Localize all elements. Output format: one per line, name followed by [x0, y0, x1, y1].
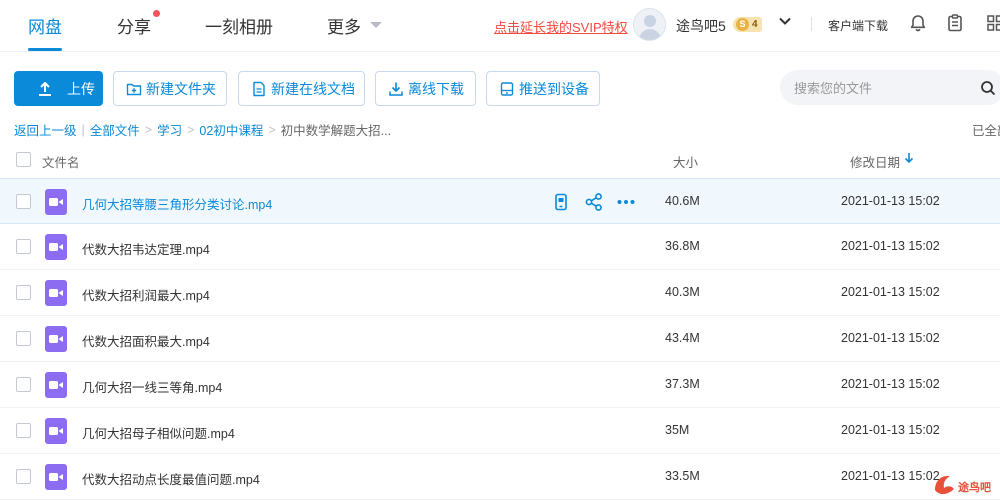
- table-row[interactable]: 代数大招利润最大.mp4 40.3M 2021-01-13 15:02: [0, 270, 1000, 316]
- breadcrumb-separator: |: [81, 122, 85, 137]
- file-name[interactable]: 代数大招韦达定理.mp4: [82, 239, 210, 258]
- top-nav: 网盘 分享 一刻相册 更多 点击延长我的SVIP特权 途鸟吧5 S4 客户端下载: [0, 0, 1000, 52]
- video-file-icon: [45, 418, 67, 444]
- file-size: 37.3M: [665, 377, 700, 391]
- select-all-checkbox[interactable]: [16, 152, 31, 167]
- search-input[interactable]: [794, 78, 964, 98]
- table-row[interactable]: 代数大招韦达定理.mp4 36.8M 2021-01-13 15:02: [0, 224, 1000, 270]
- breadcrumb-separator: >: [144, 122, 153, 137]
- upload-button[interactable]: 上传: [14, 71, 103, 106]
- file-date: 2021-01-13 15:02: [841, 469, 940, 483]
- file-date: 2021-01-13 15:02: [841, 239, 940, 253]
- offline-download-label: 离线下载: [408, 80, 464, 97]
- new-folder-label: 新建文件夹: [146, 80, 216, 97]
- table-row[interactable]: 几何大招等腰三角形分类讨论.mp4 40.6M 2021-01-13 15:02: [0, 178, 1000, 224]
- file-name[interactable]: 代数大招利润最大.mp4: [82, 285, 210, 304]
- more-options-icon[interactable]: [616, 192, 636, 212]
- clipboard-icon[interactable]: [945, 13, 965, 33]
- grid-icon[interactable]: [985, 13, 1000, 33]
- avatar[interactable]: [633, 8, 666, 41]
- breadcrumb-item-study[interactable]: 学习: [157, 120, 182, 139]
- file-size: 35M: [665, 423, 690, 437]
- row-checkbox[interactable]: [16, 423, 31, 438]
- file-size: 43.4M: [665, 331, 700, 345]
- table-row[interactable]: 几何大招母子相似问题.mp4 35M 2021-01-13 15:02: [0, 408, 1000, 454]
- download-icon: [389, 82, 403, 96]
- bell-icon[interactable]: [908, 13, 928, 33]
- folder-plus-icon: [126, 83, 142, 95]
- file-name[interactable]: 几何大招母子相似问题.mp4: [82, 423, 235, 442]
- file-date: 2021-01-13 15:02: [841, 331, 940, 345]
- video-file-icon: [45, 189, 67, 215]
- new-online-doc-button[interactable]: 新建在线文档: [238, 71, 365, 106]
- file-size: 36.8M: [665, 239, 700, 253]
- column-header-size[interactable]: 大小: [673, 152, 698, 171]
- table-row[interactable]: 代数大招面积最大.mp4 43.4M 2021-01-13 15:02: [0, 316, 1000, 362]
- file-date: 2021-01-13 15:02: [841, 377, 940, 391]
- active-tab-indicator: [28, 48, 62, 51]
- upload-icon: [39, 81, 51, 96]
- divider: [811, 17, 812, 31]
- loaded-all-status: 已全部: [972, 124, 1000, 138]
- video-file-icon: [45, 372, 67, 398]
- document-icon: [253, 81, 265, 96]
- row-checkbox[interactable]: [16, 377, 31, 392]
- client-download-link[interactable]: 客户端下载: [828, 17, 888, 34]
- video-file-icon: [45, 464, 67, 490]
- table-row[interactable]: 代数大招动点长度最值问题.mp4 33.5M 2021-01-13 15:02: [0, 454, 1000, 500]
- file-date: 2021-01-13 15:02: [841, 194, 940, 208]
- file-size: 40.3M: [665, 285, 700, 299]
- row-checkbox[interactable]: [16, 469, 31, 484]
- share-icon[interactable]: [584, 192, 604, 212]
- sort-desc-icon[interactable]: [903, 151, 915, 165]
- tab-album[interactable]: 一刻相册: [205, 13, 273, 38]
- watermark-logo: 途鸟吧: [930, 470, 992, 498]
- tab-more[interactable]: 更多: [327, 13, 361, 38]
- breadcrumb-separator: >: [268, 122, 276, 137]
- push-to-device-label: 推送到设备: [519, 80, 589, 97]
- device-icon: [500, 81, 514, 96]
- breadcrumb-current: 初中数学解题大招...: [280, 124, 392, 138]
- breadcrumb-item-junior-courses[interactable]: 02初中课程: [199, 120, 263, 139]
- file-name[interactable]: 几何大招一线三等角.mp4: [82, 377, 222, 396]
- video-file-icon: [45, 280, 67, 306]
- file-size: 33.5M: [665, 469, 700, 483]
- file-date: 2021-01-13 15:02: [841, 423, 940, 437]
- breadcrumb: 返回上一级 | 全部文件 > 学习 > 02初中课程 > 初中数学解题大招...: [14, 120, 391, 139]
- svip-renew-link[interactable]: 点击延长我的SVIP特权: [494, 17, 628, 36]
- file-size: 40.6M: [665, 194, 700, 208]
- new-folder-button[interactable]: 新建文件夹: [113, 71, 227, 106]
- column-header-name[interactable]: 文件名: [42, 152, 80, 171]
- chevron-down-icon[interactable]: [778, 14, 792, 28]
- vip-level-badge: S4: [733, 17, 762, 32]
- tab-netdisk[interactable]: 网盘: [28, 13, 62, 38]
- upload-label: 上传: [67, 80, 95, 97]
- row-checkbox[interactable]: [16, 239, 31, 254]
- column-header-modified[interactable]: 修改日期: [850, 152, 900, 171]
- breadcrumb-back[interactable]: 返回上一级: [14, 120, 77, 139]
- search-box: [780, 70, 1000, 105]
- send-to-phone-icon[interactable]: [551, 192, 571, 212]
- row-checkbox[interactable]: [16, 285, 31, 300]
- offline-download-button[interactable]: 离线下载: [375, 71, 476, 106]
- breadcrumb-separator: >: [187, 122, 195, 137]
- file-name[interactable]: 代数大招面积最大.mp4: [82, 331, 210, 350]
- new-online-doc-label: 新建在线文档: [271, 80, 355, 97]
- file-name[interactable]: 代数大招动点长度最值问题.mp4: [82, 469, 260, 488]
- file-date: 2021-01-13 15:02: [841, 285, 940, 299]
- breadcrumb-item-all-files[interactable]: 全部文件: [90, 120, 140, 139]
- video-file-icon: [45, 326, 67, 352]
- tab-share[interactable]: 分享: [117, 13, 151, 38]
- search-icon[interactable]: [980, 80, 996, 96]
- caret-down-icon[interactable]: [370, 22, 382, 28]
- username[interactable]: 途鸟吧5: [676, 16, 726, 36]
- table-header: 文件名 大小 修改日期: [0, 140, 1000, 178]
- push-to-device-button[interactable]: 推送到设备: [486, 71, 600, 106]
- video-file-icon: [45, 234, 67, 260]
- row-checkbox[interactable]: [16, 194, 31, 209]
- notification-dot: [153, 10, 160, 17]
- row-checkbox[interactable]: [16, 331, 31, 346]
- file-name[interactable]: 几何大招等腰三角形分类讨论.mp4: [82, 194, 272, 213]
- table-row[interactable]: 几何大招一线三等角.mp4 37.3M 2021-01-13 15:02: [0, 362, 1000, 408]
